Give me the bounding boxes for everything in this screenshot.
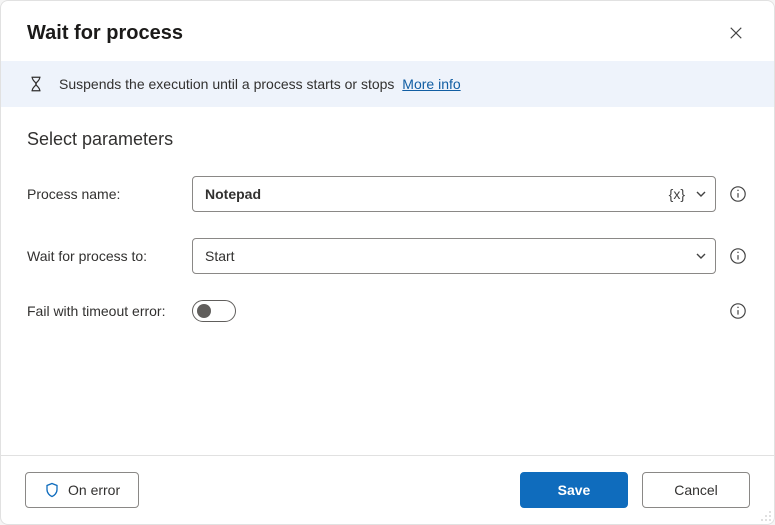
process-name-label: Process name: bbox=[27, 186, 192, 202]
wait-for-process-dialog: Wait for process Suspends the execution … bbox=[0, 0, 775, 525]
fail-timeout-row: Fail with timeout error: bbox=[27, 300, 748, 322]
section-title: Select parameters bbox=[27, 129, 748, 150]
cancel-label: Cancel bbox=[674, 482, 718, 498]
dialog-body: Select parameters Process name: Notepad … bbox=[1, 107, 774, 455]
process-name-info-button[interactable] bbox=[728, 184, 748, 204]
on-error-button[interactable]: On error bbox=[25, 472, 139, 508]
process-name-combo[interactable]: Notepad {x} bbox=[192, 176, 716, 212]
process-name-value: Notepad bbox=[205, 186, 261, 202]
dialog-footer: On error Save Cancel bbox=[1, 455, 774, 524]
save-label: Save bbox=[558, 482, 591, 498]
dialog-title: Wait for process bbox=[27, 22, 183, 45]
wait-for-value: Start bbox=[205, 248, 235, 264]
chevron-down-icon bbox=[695, 250, 707, 262]
resize-grip-icon[interactable] bbox=[760, 510, 772, 522]
banner-text: Suspends the execution until a process s… bbox=[59, 76, 461, 92]
process-name-row: Process name: Notepad {x} bbox=[27, 176, 748, 212]
toggle-knob bbox=[197, 304, 211, 318]
wait-for-combo[interactable]: Start bbox=[192, 238, 716, 274]
info-banner: Suspends the execution until a process s… bbox=[1, 61, 774, 107]
on-error-label: On error bbox=[68, 482, 120, 498]
wait-for-label: Wait for process to: bbox=[27, 248, 192, 264]
wait-for-row: Wait for process to: Start bbox=[27, 238, 748, 274]
close-button[interactable] bbox=[722, 19, 750, 47]
close-icon bbox=[729, 26, 743, 40]
chevron-down-icon bbox=[695, 188, 707, 200]
fail-timeout-info-button[interactable] bbox=[728, 301, 748, 321]
hourglass-icon bbox=[27, 75, 45, 93]
more-info-link[interactable]: More info bbox=[402, 76, 460, 92]
cancel-button[interactable]: Cancel bbox=[642, 472, 750, 508]
dialog-header: Wait for process bbox=[1, 1, 774, 61]
shield-icon bbox=[44, 482, 60, 498]
info-icon bbox=[729, 302, 747, 320]
fail-timeout-label: Fail with timeout error: bbox=[27, 303, 192, 319]
wait-for-info-button[interactable] bbox=[728, 246, 748, 266]
save-button[interactable]: Save bbox=[520, 472, 628, 508]
fail-timeout-toggle[interactable] bbox=[192, 300, 236, 322]
info-icon bbox=[729, 185, 747, 203]
variable-token-icon[interactable]: {x} bbox=[669, 186, 685, 202]
banner-text-label: Suspends the execution until a process s… bbox=[59, 76, 394, 92]
info-icon bbox=[729, 247, 747, 265]
